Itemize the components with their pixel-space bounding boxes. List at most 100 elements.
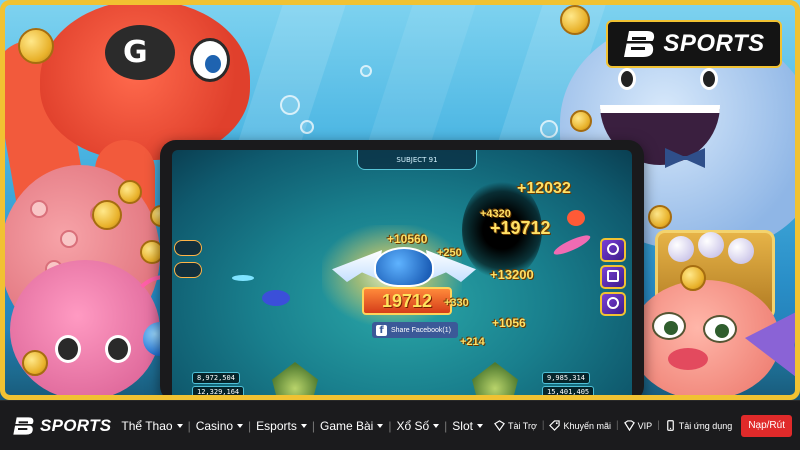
anglerfish-eye <box>55 335 81 363</box>
nav-item-label: Slot <box>452 418 473 433</box>
eyepatch-logo-icon: G <box>105 25 175 80</box>
vip-label: VIP <box>637 420 653 431</box>
chevron-down-icon <box>433 423 440 428</box>
jackpot-value: 19712 <box>381 290 433 311</box>
vip-link[interactable]: VIP <box>623 420 653 431</box>
chevron-down-icon <box>300 423 307 428</box>
b-sports-logo-icon <box>623 31 655 57</box>
chevron-down-icon <box>476 423 483 428</box>
score-popup: +250 <box>437 247 462 259</box>
player-score: 9,985,314 <box>542 372 590 384</box>
nav-item-the-thao[interactable]: Thể Thao <box>121 418 183 433</box>
nav-divider: | <box>444 418 448 433</box>
download-app-link[interactable]: Tải ứng dụng <box>665 420 732 431</box>
score-popup: +10560 <box>387 232 428 246</box>
chevron-down-icon <box>377 423 384 428</box>
main-navbar: SPORTS Thể Thao | Casino | Esports | Gam… <box>0 400 800 450</box>
skill-button[interactable] <box>600 292 626 316</box>
score-popup: +13200 <box>490 267 534 282</box>
nav-item-casino[interactable]: Casino <box>195 418 244 433</box>
chevron-down-icon <box>237 423 244 428</box>
nav-item-game-bai[interactable]: Game Bài <box>319 418 384 433</box>
nav-menu: Thể Thao | Casino | Esports | Game Bài |… <box>121 419 483 433</box>
game-top-bar: SUBJECT 91 <box>357 150 477 170</box>
nav-item-label: Xổ Số <box>396 418 430 433</box>
cannon-icon <box>272 362 318 400</box>
sucker-shape <box>60 230 78 248</box>
gold-coin-icon <box>118 180 142 204</box>
game-side-button[interactable] <box>174 262 202 278</box>
sucker-shape <box>30 200 48 218</box>
shark-eye <box>618 68 636 90</box>
deposit-withdraw-label: Nạp/Rút <box>748 420 785 431</box>
brand-logo-badge[interactable]: SPORTS <box>606 20 782 68</box>
game-top-bar-text: SUBJECT 91 <box>396 155 438 164</box>
nav-divider: | <box>248 418 252 433</box>
nav-item-label: Game Bài <box>319 418 374 433</box>
score-popup: +12032 <box>517 180 571 197</box>
fish-icon <box>262 290 290 306</box>
golden-whale-icon <box>374 247 434 287</box>
score-popup: +19712 <box>490 218 551 238</box>
facebook-icon: f <box>376 324 387 336</box>
jackpot-ribbon: 19712 <box>362 287 452 315</box>
deposit-withdraw-button[interactable]: Nạp/Rút <box>741 414 792 437</box>
gold-coin-icon <box>570 110 592 132</box>
promotion-icon <box>549 420 561 431</box>
gold-coin-icon <box>680 265 706 291</box>
score-popup: +1056 <box>492 316 526 330</box>
nav-logo[interactable]: SPORTS <box>12 416 111 436</box>
player-score: 15,401,405 <box>542 386 595 398</box>
util-divider: | <box>657 420 660 431</box>
promotion-label: Khuyến mãi <box>563 420 612 431</box>
vip-icon <box>623 420 635 431</box>
nav-brand-text: SPORTS <box>40 415 112 435</box>
skill-button[interactable] <box>600 238 626 262</box>
octopus-illustration <box>40 0 250 160</box>
nav-divider: | <box>388 418 392 433</box>
fish-shooting-game-screenshot: SUBJECT 91 19712 f Share Facebook(1) +12… <box>172 150 632 400</box>
utility-links: Tài Trợ | Khuyến mãi | VIP | Tải ứng dụn… <box>494 414 792 437</box>
gold-coin-icon <box>18 28 54 64</box>
fish-icon <box>551 232 593 258</box>
share-facebook-label: Share Facebook(1) <box>391 326 451 334</box>
skill-button[interactable] <box>600 265 626 289</box>
score-popup: +330 <box>444 297 469 309</box>
fish-icon <box>232 275 254 281</box>
game-side-button[interactable] <box>174 240 202 256</box>
util-divider: | <box>541 420 545 431</box>
player-score: 12,329,164 <box>192 386 245 398</box>
octopus-eye <box>190 38 230 82</box>
brand-name: SPORTS <box>663 30 765 57</box>
nav-item-label: Thể Thao <box>121 418 173 433</box>
pearl-icon <box>668 236 694 262</box>
bubble-shape <box>360 65 372 77</box>
pearl-icon <box>728 238 754 264</box>
hero-banner[interactable]: G SPORTS SUBJECT 91 19712 f Share Facebo… <box>0 0 800 400</box>
fish-icon <box>567 210 585 226</box>
bubble-shape <box>300 120 314 134</box>
mobile-app-icon <box>666 420 674 431</box>
pufferfish-eye <box>652 312 686 340</box>
player-score: 8,972,504 <box>192 372 240 384</box>
anglerfish-eye <box>105 335 131 363</box>
nav-item-slot[interactable]: Slot <box>452 419 483 433</box>
gold-coin-icon <box>22 350 48 376</box>
nav-item-xo-so[interactable]: Xổ Số <box>396 418 440 433</box>
util-divider: | <box>616 420 619 431</box>
sponsor-link[interactable]: Tài Trợ <box>494 420 537 431</box>
promotion-link[interactable]: Khuyến mãi <box>549 420 611 431</box>
sponsor-icon <box>494 420 505 431</box>
gold-coin-icon <box>648 205 672 229</box>
nav-item-label: Esports <box>256 418 297 433</box>
cannon-icon <box>472 362 518 400</box>
gold-coin-icon <box>560 5 590 35</box>
shark-eye <box>700 68 718 90</box>
bubble-shape <box>280 95 300 115</box>
share-facebook-button[interactable]: f Share Facebook(1) <box>372 322 458 338</box>
nav-item-esports[interactable]: Esports <box>256 419 307 433</box>
gold-coin-icon <box>92 200 122 230</box>
b-sports-logo-icon <box>12 416 34 435</box>
nav-item-label: Casino <box>195 418 234 433</box>
pufferfish-eye <box>703 315 737 343</box>
